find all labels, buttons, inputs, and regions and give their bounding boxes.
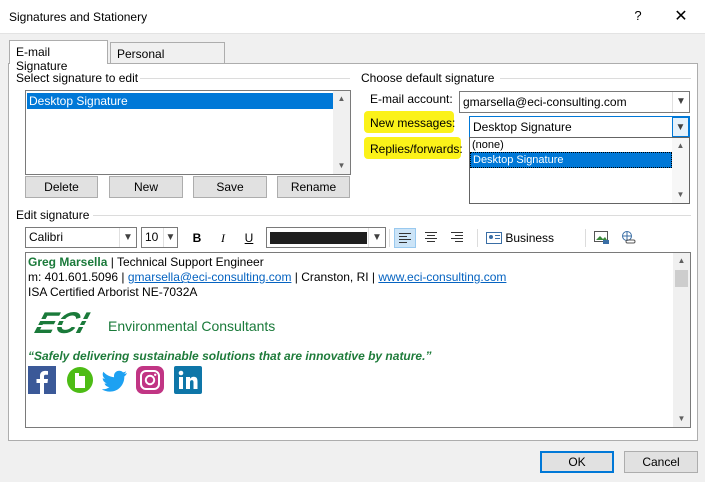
signature-list[interactable]: Desktop Signature ▲ ▼ (25, 90, 351, 175)
scroll-down-icon[interactable]: ▼ (672, 187, 689, 203)
business-card-icon (486, 232, 502, 244)
default-signature-label: Choose default signature (361, 71, 495, 85)
scroll-thumb[interactable] (675, 270, 688, 287)
editor-scrollbar[interactable]: ▲ ▼ (673, 253, 690, 427)
font-name-value: Calibri (29, 230, 64, 244)
edit-signature-label: Edit signature (16, 208, 90, 222)
divider (93, 215, 691, 216)
align-right-icon (451, 232, 463, 242)
dropdown-option-desktop-signature[interactable]: Desktop Signature (470, 152, 672, 168)
signature-name: Greg Marsella (28, 255, 108, 269)
align-center-icon (425, 232, 437, 242)
insert-picture-button[interactable] (592, 228, 612, 248)
divider (585, 229, 586, 247)
new-messages-value: Desktop Signature (473, 120, 572, 134)
signature-website-link[interactable]: www.eci-consulting.com (378, 270, 506, 284)
ok-button[interactable]: OK (540, 451, 614, 473)
window-title: Signatures and Stationery (9, 10, 148, 24)
scroll-down-icon[interactable]: ▼ (673, 411, 690, 427)
help-button[interactable]: ? (628, 8, 648, 23)
divider (389, 229, 390, 247)
dropdown-scrollbar[interactable]: ▲ ▼ (672, 138, 689, 203)
chevron-down-icon[interactable]: ▼ (672, 92, 689, 112)
signature-list-scrollbar[interactable]: ▲ ▼ (333, 91, 350, 174)
dropdown-option-none[interactable]: (none) (470, 138, 689, 152)
facebook-icon[interactable] (28, 366, 56, 394)
cancel-button[interactable]: Cancel (624, 451, 698, 473)
align-right-button[interactable] (446, 228, 468, 248)
new-messages-select[interactable]: Desktop Signature ▼ (469, 116, 690, 138)
divider (500, 78, 691, 79)
underline-button[interactable]: U (241, 228, 257, 248)
houzz-icon[interactable] (66, 366, 94, 394)
picture-icon (594, 231, 609, 244)
scroll-up-icon[interactable]: ▲ (673, 253, 690, 269)
save-button[interactable]: Save (193, 176, 267, 198)
instagram-icon[interactable] (136, 366, 164, 394)
new-messages-dropdown[interactable]: (none) Desktop Signature ▲ ▼ (469, 137, 690, 204)
signature-editor[interactable]: Greg Marsella | Technical Support Engine… (25, 252, 691, 428)
scroll-up-icon[interactable]: ▲ (672, 138, 689, 154)
signature-contact-line: m: 401.601.5096 | gmarsella@eci-consulti… (28, 270, 506, 284)
chevron-down-icon[interactable]: ▼ (163, 228, 177, 247)
hyperlink-icon (622, 231, 636, 244)
logo-tagline: Environmental Consultants (108, 318, 276, 334)
business-card-button[interactable]: Business Card (484, 228, 579, 265)
eci-logo: ECI (31, 307, 102, 339)
italic-button[interactable]: I (215, 228, 231, 248)
delete-button[interactable]: Delete (25, 176, 98, 198)
new-messages-label: New messages: (370, 116, 456, 130)
email-account-value: gmarsella@eci-consulting.com (463, 95, 627, 109)
new-button[interactable]: New (109, 176, 183, 198)
align-left-icon (399, 233, 411, 243)
signature-name-line: Greg Marsella | Technical Support Engine… (28, 255, 264, 269)
align-center-button[interactable] (420, 228, 442, 248)
linkedin-icon[interactable] (174, 366, 202, 394)
align-left-button[interactable] (394, 228, 416, 248)
signature-tagline: “Safely delivering sustainable solutions… (28, 349, 432, 363)
email-account-select[interactable]: gmarsella@eci-consulting.com ▼ (459, 91, 690, 113)
chevron-down-icon[interactable]: ▼ (119, 228, 136, 247)
divider (477, 229, 478, 247)
tab-personal-stationery[interactable]: Personal Stationery (110, 42, 225, 75)
font-color-select[interactable]: ▼ (266, 227, 386, 248)
close-button[interactable]: ✕ (668, 6, 694, 26)
list-item[interactable]: Desktop Signature (27, 93, 333, 109)
bold-button[interactable]: B (189, 228, 205, 248)
divider (140, 78, 350, 79)
select-signature-label: Select signature to edit (16, 71, 139, 85)
tab-email-signature[interactable]: E-mail Signature (9, 40, 108, 73)
signature-email-link[interactable]: gmarsella@eci-consulting.com (128, 270, 292, 284)
twitter-icon[interactable] (102, 366, 130, 394)
email-account-label: E-mail account: (370, 92, 453, 106)
signature-location: | Cranston, RI | (291, 270, 379, 284)
chevron-down-icon[interactable]: ▼ (672, 117, 689, 137)
svg-text:ECI: ECI (31, 307, 93, 339)
chevron-down-icon[interactable]: ▼ (368, 228, 385, 247)
signature-title: | Technical Support Engineer (107, 255, 264, 269)
replies-forwards-label: Replies/forwards: (370, 142, 463, 156)
signature-phone: m: 401.601.5096 | (28, 270, 128, 284)
scroll-up-icon[interactable]: ▲ (333, 91, 350, 107)
insert-hyperlink-button[interactable] (618, 228, 638, 248)
tab-email-signature-label: E-mail Signature (16, 45, 68, 73)
title-bar: Signatures and Stationery ? ✕ (0, 0, 705, 34)
font-size-select[interactable]: 10 ▼ (141, 227, 178, 248)
scroll-down-icon[interactable]: ▼ (333, 158, 350, 174)
font-size-value: 10 (145, 230, 159, 244)
font-name-select[interactable]: Calibri ▼ (25, 227, 137, 248)
font-color-swatch (270, 232, 367, 244)
signature-certification: ISA Certified Arborist NE-7032A (28, 285, 198, 299)
rename-button[interactable]: Rename (277, 176, 350, 198)
